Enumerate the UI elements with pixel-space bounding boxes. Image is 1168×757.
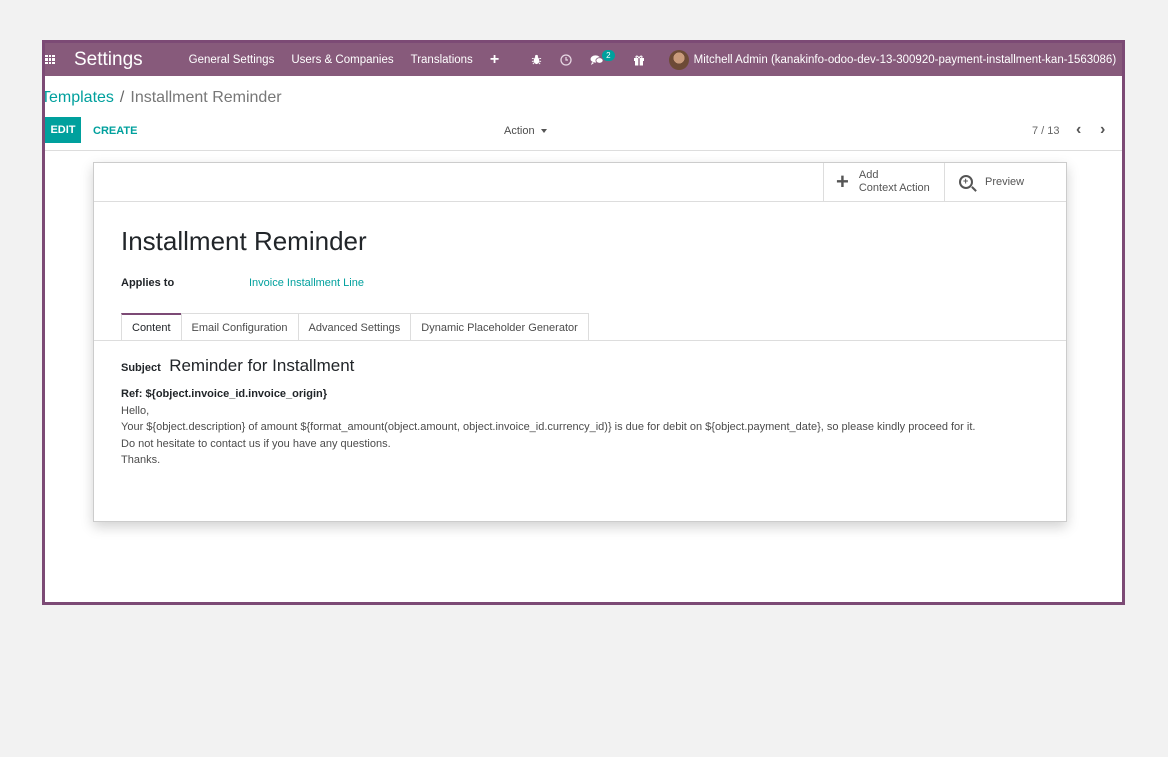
subject-field: Subject Reminder for Installment: [121, 356, 354, 376]
action-label: Action: [504, 125, 535, 137]
tab-advanced-settings[interactable]: Advanced Settings: [297, 313, 412, 341]
form-sheet: + Add Context Action + Preview Installme…: [93, 162, 1067, 522]
breadcrumb: Templates / Installment Reminder: [45, 89, 282, 107]
subject-label: Subject: [121, 362, 161, 374]
body-ref-line: Ref: ${object.invoice_id.invoice_origin}: [121, 388, 327, 400]
create-button[interactable]: CREATE: [93, 125, 137, 137]
notebook-tabs: Content Email Configuration Advanced Set…: [121, 313, 589, 341]
user-name: Mitchell Admin (kanakinfo-odoo-dev-13-30…: [693, 53, 1117, 66]
tab-content[interactable]: Content: [121, 313, 182, 341]
body-line-3: Do not hesitate to contact us if you hav…: [121, 437, 391, 450]
menu-general-settings[interactable]: General Settings: [189, 54, 275, 66]
template-title: Installment Reminder: [121, 226, 367, 256]
add-label-line2: Context Action: [858, 182, 930, 194]
pager-value[interactable]: 7 / 13: [1032, 125, 1060, 137]
app-window: Settings General Settings Users & Compan…: [42, 40, 1125, 605]
email-body: Ref: ${object.invoice_id.invoice_origin}…: [121, 386, 975, 469]
applies-to-label: Applies to: [121, 277, 175, 289]
breadcrumb-parent[interactable]: Templates: [45, 89, 114, 106]
activity-clock-icon[interactable]: [560, 53, 572, 66]
zoom-in-icon: +: [959, 175, 973, 189]
subject-value: Reminder for Installment: [169, 356, 355, 375]
add-context-action-button[interactable]: + Add Context Action: [823, 163, 945, 201]
caret-down-icon: [540, 129, 547, 133]
chevron-right-icon[interactable]: ›: [1100, 121, 1105, 139]
button-box: + Add Context Action + Preview: [94, 163, 1066, 202]
tabs-divider: [94, 340, 1066, 341]
messages-badge: 2: [602, 50, 615, 61]
menu-translations[interactable]: Translations: [411, 54, 473, 66]
preview-button[interactable]: + Preview: [944, 163, 1066, 201]
menu-users-companies[interactable]: Users & Companies: [291, 54, 393, 66]
applies-to-link[interactable]: Invoice Installment Line: [249, 277, 364, 289]
body-line-2: Your ${object.description} of amount ${f…: [121, 421, 976, 433]
body-line-1: Hello,: [121, 404, 150, 417]
top-navbar: Settings General Settings Users & Compan…: [45, 43, 1122, 76]
body-line-4: Thanks.: [121, 454, 161, 466]
chevron-down-icon: [1122, 58, 1125, 62]
user-menu[interactable]: Mitchell Admin (kanakinfo-odoo-dev-13-30…: [668, 49, 1125, 70]
menu-plus-icon[interactable]: +: [490, 51, 499, 69]
gift-icon[interactable]: [633, 54, 645, 66]
control-panel-divider: [45, 150, 1122, 151]
action-dropdown[interactable]: Action: [504, 125, 547, 137]
breadcrumb-separator: /: [119, 89, 125, 106]
plus-icon: +: [836, 169, 849, 194]
edit-button[interactable]: EDIT: [45, 117, 81, 143]
messages-chat-icon[interactable]: 2: [590, 50, 615, 66]
preview-label: Preview: [985, 175, 1025, 188]
tab-email-configuration[interactable]: Email Configuration: [180, 313, 299, 341]
avatar: [668, 49, 689, 70]
add-label-line1: Add: [858, 169, 879, 181]
chevron-left-icon[interactable]: ‹: [1076, 121, 1081, 139]
apps-menu-icon[interactable]: [45, 43, 55, 76]
tab-dynamic-placeholder-generator[interactable]: Dynamic Placeholder Generator: [410, 313, 589, 341]
breadcrumb-current: Installment Reminder: [130, 89, 282, 106]
debug-bug-icon[interactable]: [531, 54, 542, 65]
app-title: Settings: [74, 48, 143, 70]
